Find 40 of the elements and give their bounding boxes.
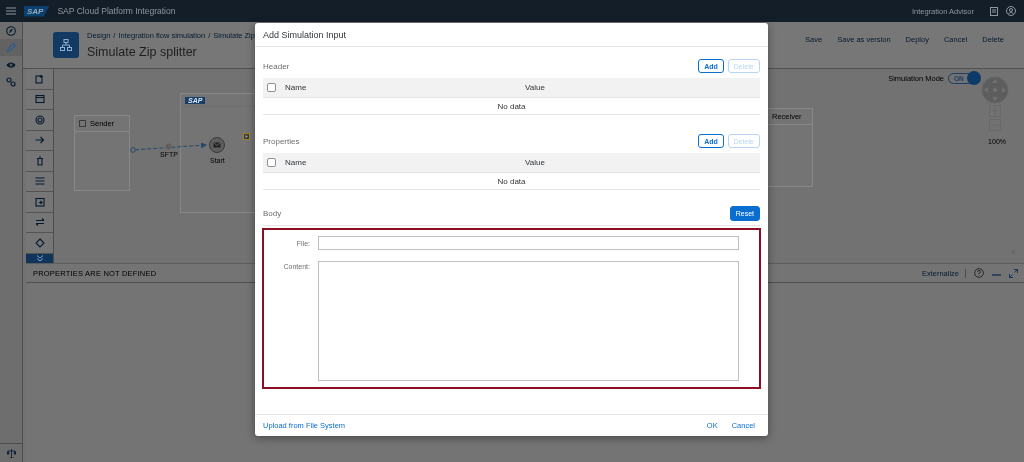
- select-all-checkbox[interactable]: [267, 158, 276, 167]
- menu-icon[interactable]: [6, 7, 16, 15]
- envelope-event-icon: [209, 137, 225, 153]
- help-icon[interactable]: [974, 268, 984, 278]
- section-title: Body: [263, 208, 282, 218]
- notes-icon[interactable]: [990, 6, 998, 16]
- section-title: Properties: [263, 136, 300, 146]
- empty-table-text: No data: [497, 176, 526, 186]
- diamond-icon[interactable]: [34, 237, 45, 248]
- column-header: Value: [525, 83, 545, 92]
- section-title: Header: [263, 61, 290, 71]
- hierarchy-icon: [60, 39, 72, 51]
- window-icon[interactable]: [34, 94, 45, 105]
- nodes-icon: [6, 76, 16, 87]
- pencil-icon: [6, 42, 16, 53]
- empty-table-text: No data: [497, 101, 526, 111]
- participant-icon[interactable]: [34, 73, 45, 84]
- balance-icon[interactable]: [6, 448, 16, 458]
- trash-icon[interactable]: [34, 155, 45, 166]
- swap-arrows-icon[interactable]: [34, 217, 45, 228]
- select-all-checkbox[interactable]: [267, 83, 276, 92]
- app-title: SAP Cloud Platform Integration: [57, 6, 176, 16]
- expand-palette-button[interactable]: [26, 253, 53, 263]
- dialog-title: Add Simulation Input: [263, 29, 347, 40]
- column-header: Name: [285, 83, 307, 92]
- column-header: Name: [285, 158, 307, 167]
- target-icon[interactable]: [34, 114, 45, 125]
- double-chevron-icon: [35, 254, 44, 262]
- column-header: Value: [525, 158, 545, 167]
- page-title: Simulate Zip splitter: [87, 45, 198, 59]
- compass-icon: [6, 25, 16, 36]
- user-icon[interactable]: [1006, 6, 1016, 16]
- file-field[interactable]: [318, 236, 739, 250]
- list-lines-icon[interactable]: [34, 176, 45, 187]
- arrow-right-icon[interactable]: [34, 135, 45, 146]
- participant-icon: [79, 120, 86, 127]
- logo: SAP: [24, 5, 50, 17]
- play-icon: [243, 133, 250, 140]
- content-textarea[interactable]: [318, 261, 739, 381]
- expand-icon[interactable]: [1009, 268, 1018, 278]
